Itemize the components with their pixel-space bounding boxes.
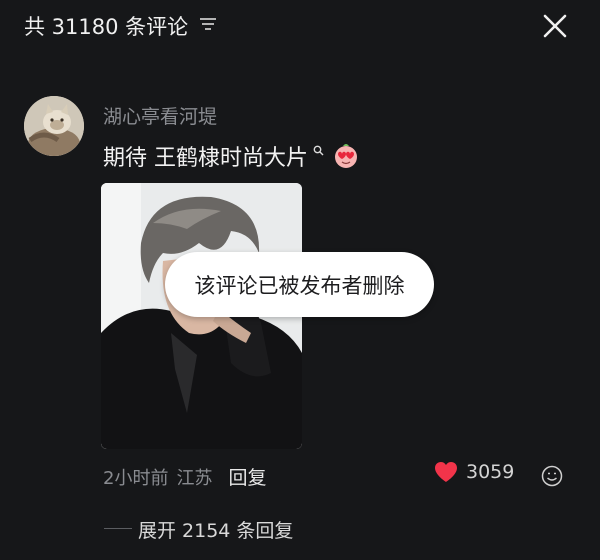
comment-header: 共 31180 条评论 (0, 0, 600, 50)
comment-location: 江苏 (176, 467, 213, 489)
reply-button[interactable]: 回复 (228, 463, 266, 490)
comment-username[interactable]: 湖心亭看河堤 (103, 102, 217, 129)
heart-eyes-emoji-icon (335, 144, 357, 168)
emoji-react-icon[interactable] (541, 465, 563, 487)
expand-replies-button[interactable]: 展开 2154 条回复 (138, 516, 293, 543)
deleted-notice-bubble: 该评论已被发布者删除 (165, 252, 434, 317)
expand-divider (104, 528, 132, 529)
comment-count-title: 共 31180 条评论 (24, 15, 189, 39)
user-avatar[interactable] (24, 96, 84, 156)
comment-body: 期待 王鹤棣时尚大片 (103, 141, 360, 171)
comment-time: 2小时前 (103, 467, 169, 489)
search-icon[interactable] (313, 145, 324, 156)
deleted-notice-text: 该评论已被发布者删除 (194, 273, 405, 298)
like-button[interactable]: 3059 (434, 461, 514, 483)
close-icon[interactable] (540, 11, 570, 41)
like-count: 3059 (466, 461, 515, 483)
comment-meta: 2小时前 江苏 回复 (103, 463, 266, 490)
sort-icon[interactable] (199, 17, 217, 31)
comment-text: 期待 王鹤棣时尚大片 (103, 146, 308, 171)
heart-icon (435, 462, 457, 482)
